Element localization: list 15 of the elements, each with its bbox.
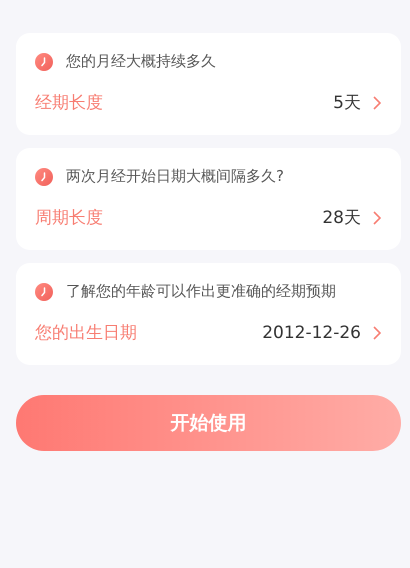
question-text: 您的月经大概持续多久 xyxy=(66,52,216,71)
chevron-right-icon xyxy=(373,326,381,340)
question-text: 两次月经开始日期大概间隔多久? xyxy=(66,167,284,186)
setting-label: 经期长度 xyxy=(35,92,103,114)
chevron-right-icon xyxy=(373,96,381,110)
setting-value[interactable]: 28天 xyxy=(322,206,361,229)
clock-icon xyxy=(35,282,53,300)
setting-label: 您的出生日期 xyxy=(35,322,137,344)
clock-icon xyxy=(35,52,53,70)
clock-icon xyxy=(35,168,53,186)
setting-label: 周期长度 xyxy=(35,207,103,229)
setting-value[interactable]: 5天 xyxy=(333,91,361,114)
chevron-right-icon xyxy=(373,210,381,224)
question-text: 了解您的年龄可以作出更准确的经期预期 xyxy=(66,282,336,301)
setting-value[interactable]: 2012-12-26 xyxy=(262,322,361,342)
